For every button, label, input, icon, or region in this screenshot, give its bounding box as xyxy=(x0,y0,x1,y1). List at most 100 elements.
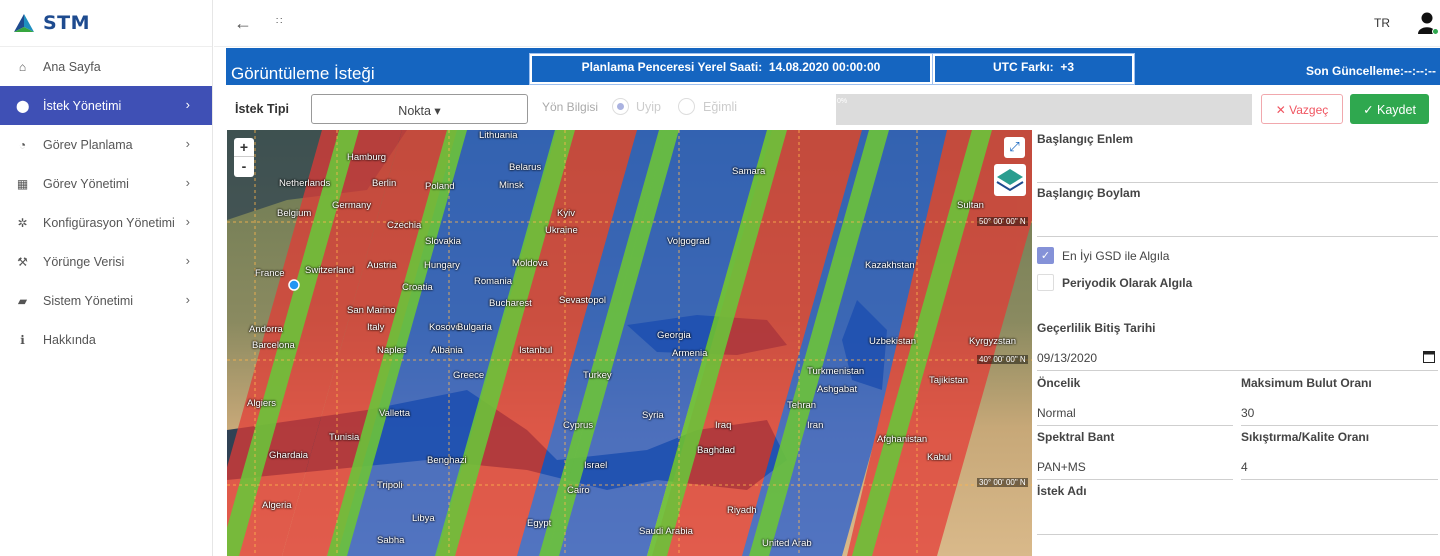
user-avatar-icon[interactable] xyxy=(1417,11,1439,35)
gear-icon: ✲ xyxy=(17,215,28,230)
logo[interactable]: STM xyxy=(0,0,212,47)
compression-underline xyxy=(1241,479,1438,480)
map-label: Turkey xyxy=(583,370,612,381)
stm-logo-icon xyxy=(14,14,34,32)
compression-input[interactable]: 4 xyxy=(1241,460,1248,474)
map-label: Turkmenistan xyxy=(807,366,865,377)
spectral-underline xyxy=(1037,479,1233,480)
zoom-control: + - xyxy=(234,138,254,177)
map-label: Barcelona xyxy=(252,340,295,351)
sidebar-item-gorev-yonetimi[interactable]: ▦ Görev Yönetimi › xyxy=(0,164,212,203)
compression-label: Sıkıştırma/Kalite Oranı xyxy=(1241,430,1370,444)
sidebar-item-gorev-planlama[interactable]: ◔ Görev Planlama › xyxy=(0,125,212,164)
spectral-band-select[interactable]: PAN+MS xyxy=(1037,460,1086,474)
layers-icon xyxy=(996,169,1024,192)
radio-uyip[interactable] xyxy=(612,98,629,115)
map-label: Italy xyxy=(367,322,385,333)
map-label: Afghanistan xyxy=(877,434,928,445)
sidebar-item-label: Konfigürasyon Yönetimi xyxy=(43,215,175,230)
sidebar-item-label: Sistem Yönetimi xyxy=(43,293,134,308)
map-label: Egypt xyxy=(527,518,552,529)
max-cloud-underline xyxy=(1241,425,1438,426)
start-lon-input[interactable] xyxy=(1037,236,1438,237)
map-label: Cyprus xyxy=(563,420,594,431)
radio-egimli[interactable] xyxy=(678,98,695,115)
map-label: Tunisia xyxy=(329,432,360,443)
chevron-right-icon: › xyxy=(185,253,190,268)
drag-handle-icon[interactable]: ∷ xyxy=(276,16,283,27)
map-label: Georgia xyxy=(657,330,691,341)
wrench-icon: ⚒ xyxy=(17,254,28,269)
utc-offset-label: UTC Farkı: xyxy=(992,60,1054,74)
priority-label: Öncelik xyxy=(1037,376,1081,390)
max-cloud-input[interactable]: 30 xyxy=(1241,406,1254,420)
validity-date-input[interactable]: 09/13/2020 xyxy=(1037,351,1097,365)
sidebar-item-konfigurasyon-yonetimi[interactable]: ✲ Konfigürasyon Yönetimi › xyxy=(0,203,212,242)
map-view[interactable]: Lithuania Netherlands Germany Poland Bel… xyxy=(227,130,1032,556)
map-label: Romania xyxy=(474,276,513,287)
map-label: Samara xyxy=(732,166,766,177)
sidebar-item-sistem-yonetimi[interactable]: ▰ Sistem Yönetimi › xyxy=(0,281,212,320)
max-cloud-label: Maksimum Bulut Oranı xyxy=(1241,376,1372,390)
selected-point-marker[interactable] xyxy=(288,279,300,291)
calendar-icon[interactable] xyxy=(1423,350,1435,363)
briefcase-icon: ▰ xyxy=(17,293,28,308)
map-label: Switzerland xyxy=(305,265,355,276)
request-controls: İstek Tipi Nokta ▾ Yön Bilgisi Uyip Eğim… xyxy=(226,86,1440,129)
map-label: Berlin xyxy=(372,178,397,189)
request-type-label: İstek Tipi xyxy=(235,102,289,116)
map-label: Algeria xyxy=(262,500,292,511)
sidebar-item-label: Ana Sayfa xyxy=(43,59,101,74)
request-form: Başlangıç Enlem Başlangıç Boylam ✓ En İy… xyxy=(1037,130,1440,556)
map-label: Tajikistan xyxy=(929,375,969,386)
lat-label-40: 40° 00' 00" N xyxy=(977,355,1028,364)
map-label: Ghardaia xyxy=(269,450,309,461)
map-label: Cairo xyxy=(567,485,590,496)
map-label: Belarus xyxy=(509,162,542,173)
map-label: Lithuania xyxy=(479,130,518,141)
map-label: Kazakhstan xyxy=(865,260,915,271)
zoom-out-button[interactable]: - xyxy=(234,157,254,176)
language-selector[interactable]: TR xyxy=(1374,16,1390,30)
chevron-right-icon: › xyxy=(185,292,190,307)
map-label: Albania xyxy=(431,345,463,356)
cancel-button[interactable]: ✕ Vazgeç xyxy=(1261,94,1343,124)
map-label: Kyrgyzstan xyxy=(969,336,1016,347)
planning-window-value: 14.08.2020 00:00:00 xyxy=(768,60,881,74)
back-arrow-icon[interactable]: ← xyxy=(234,13,252,34)
sidebar-item-istek-yonetimi[interactable]: ⬤ İstek Yönetimi › xyxy=(0,86,212,125)
map-label: Tehran xyxy=(787,400,817,411)
periodic-checkbox[interactable] xyxy=(1037,274,1054,291)
lat-label-30: 30° 00' 00" N xyxy=(977,478,1028,487)
request-name-input[interactable] xyxy=(1037,534,1438,535)
grid-icon: ▦ xyxy=(16,176,29,191)
sidebar-item-label: Yörünge Verisi xyxy=(43,254,125,269)
map-label: Greece xyxy=(453,370,485,381)
priority-select[interactable]: Normal xyxy=(1037,406,1076,420)
request-type-select[interactable]: Nokta ▾ xyxy=(311,94,528,124)
best-gsd-checkbox[interactable]: ✓ xyxy=(1037,247,1054,264)
start-lon-label: Başlangıç Boylam xyxy=(1037,186,1141,200)
save-button[interactable]: ✓ Kaydet xyxy=(1350,94,1429,124)
start-lat-input[interactable] xyxy=(1037,182,1438,183)
brand-name: STM xyxy=(43,12,91,34)
clock-icon: ◔ xyxy=(18,137,27,152)
layers-button[interactable] xyxy=(994,164,1026,196)
fullscreen-button[interactable]: ⤢ xyxy=(1004,137,1025,158)
progress-text: 0% xyxy=(837,98,848,105)
map-label: Minsk xyxy=(499,180,524,191)
top-bar: ← ∷ TR xyxy=(214,0,1440,47)
zoom-in-button[interactable]: + xyxy=(234,138,254,157)
map-label: Benghazi xyxy=(427,455,467,466)
map-label: Uzbekistan xyxy=(869,336,916,347)
sidebar-item-ana-sayfa[interactable]: ⌂ Ana Sayfa xyxy=(0,47,212,86)
info-icon: ℹ xyxy=(20,332,25,347)
map-label: Croatia xyxy=(402,282,433,293)
map-label: Poland xyxy=(425,181,455,192)
map-label: Germany xyxy=(332,200,372,211)
chevron-right-icon: › xyxy=(185,136,190,151)
sidebar-item-hakkinda[interactable]: ℹ Hakkında xyxy=(0,320,212,359)
map-label: Syria xyxy=(642,410,664,421)
map-label: Algiers xyxy=(247,398,277,409)
sidebar-item-yorunge-verisi[interactable]: ⚒ Yörünge Verisi › xyxy=(0,242,212,281)
